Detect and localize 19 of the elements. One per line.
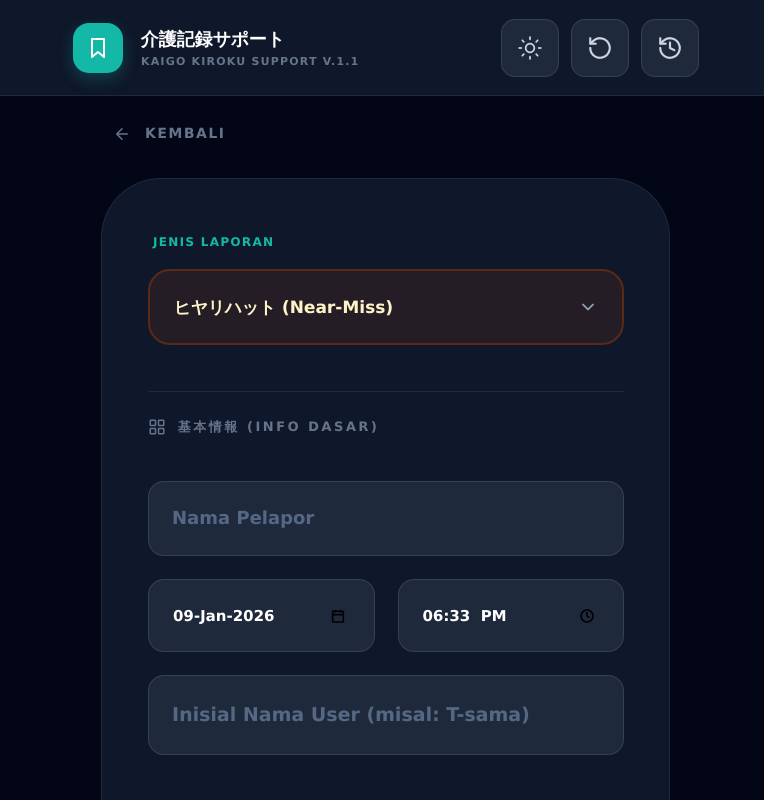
app-title: 介護記録サポート [141, 28, 286, 51]
rotate-left-icon [587, 34, 613, 60]
grid-icon [148, 418, 166, 436]
bookmark-logo-icon [73, 22, 123, 72]
reporter-name-field[interactable]: Nama Pelapor [148, 481, 624, 556]
history-button[interactable] [641, 18, 699, 76]
user-initial-field[interactable]: Inisial Nama User (misal: T-sama) [148, 675, 624, 755]
theme-toggle-button[interactable] [501, 18, 559, 76]
reset-button[interactable] [571, 18, 629, 76]
back-arrow-icon [113, 125, 131, 143]
back-link[interactable]: KEMBALI [101, 122, 226, 146]
section-title: 基本情報 (INFO DASAR) [178, 419, 380, 436]
date-field[interactable]: 09-Jan-2026 [148, 579, 374, 652]
field-label: JENIS LAPORAN [153, 235, 276, 249]
sun-icon [517, 34, 543, 60]
time-field[interactable]: 06:33 PM [398, 579, 624, 652]
history-icon [657, 34, 683, 60]
app-subtitle: KAIGO KIROKU SUPPORT V.1.1 [141, 55, 360, 68]
report-type-select[interactable]: ヒヤリハット (Near-Miss) [148, 269, 624, 345]
